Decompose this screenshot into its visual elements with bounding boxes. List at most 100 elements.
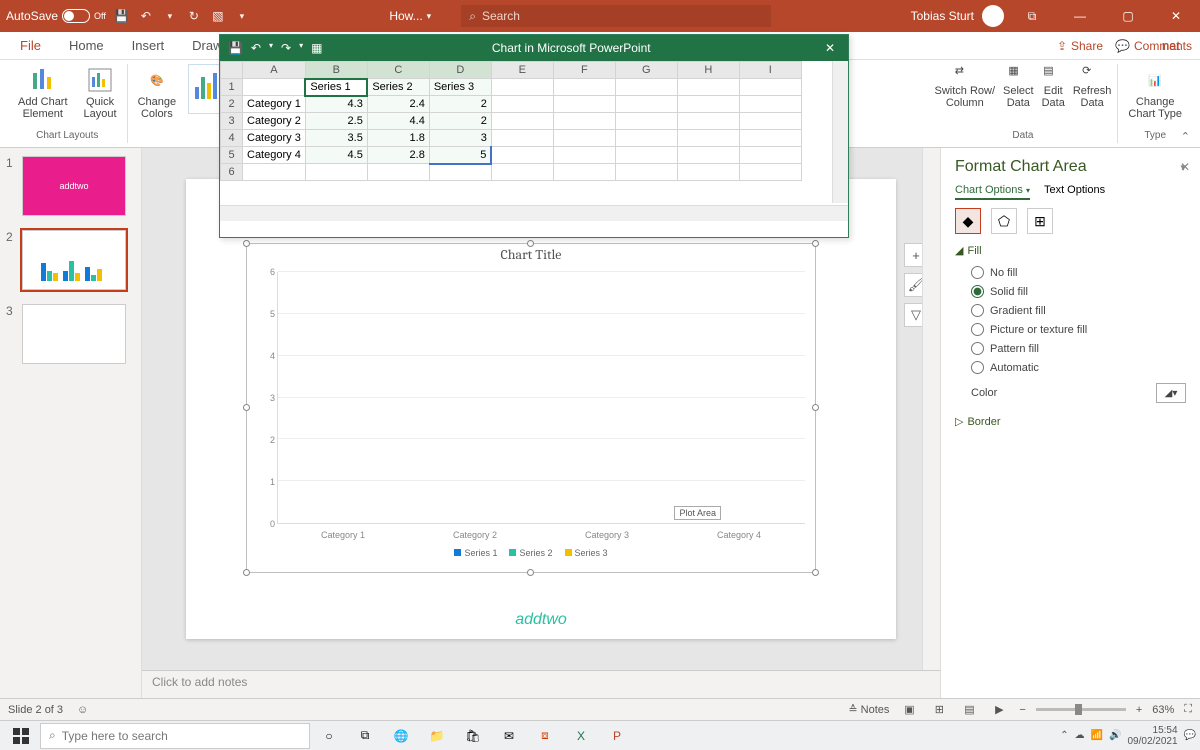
mail-icon[interactable]: ✉	[492, 722, 526, 750]
pattern-fill-radio[interactable]: Pattern fill	[955, 339, 1186, 358]
collapse-ribbon-icon[interactable]: ⌃	[1181, 130, 1190, 143]
store-icon[interactable]: 🛍	[456, 722, 490, 750]
quick-layout-button[interactable]: Quick Layout	[80, 64, 121, 122]
excel-scrollbar-vertical[interactable]	[832, 61, 848, 203]
volume-icon[interactable]: 🔊	[1109, 730, 1121, 741]
fill-color-picker[interactable]: ◢▾	[1156, 383, 1186, 403]
qat-more-icon[interactable]: ▾	[234, 8, 250, 24]
chart-object[interactable]: Chart Title 0 1 2 3 4 5 6	[246, 243, 816, 573]
autosave-toggle[interactable]: AutoSave Off	[6, 9, 106, 23]
chart-title[interactable]: Chart Title	[247, 246, 815, 263]
undo-icon[interactable]: ↶	[138, 8, 154, 24]
excel-scrollbar-horizontal[interactable]	[220, 205, 848, 221]
notes-toggle[interactable]: ≙ Notes	[848, 703, 889, 716]
slide[interactable]: Chart Title 0 1 2 3 4 5 6	[186, 179, 896, 639]
slide-counter[interactable]: Slide 2 of 3	[8, 704, 63, 716]
refresh-data-button[interactable]: ⟳Refresh Data	[1073, 64, 1112, 109]
taskbar-search[interactable]: ⌕Type here to search	[40, 723, 310, 749]
minimize-icon[interactable]: —	[1060, 0, 1100, 32]
canvas-scrollbar[interactable]	[922, 148, 940, 670]
fill-line-tab-icon[interactable]: ◆	[955, 208, 981, 234]
format-pane-close-icon[interactable]: ✕	[1180, 160, 1190, 174]
tab-insert[interactable]: Insert	[120, 32, 177, 60]
size-properties-tab-icon[interactable]: ⊞	[1027, 208, 1053, 234]
user-avatar-icon[interactable]: ☻	[982, 5, 1004, 27]
maximize-icon[interactable]: ▢	[1108, 0, 1148, 32]
status-bar: Slide 2 of 3 ☺ ≙ Notes ▣ ⊞ ▤ ▶ − + 63% ⛶	[0, 698, 1200, 720]
excel-taskbar-icon[interactable]: X	[564, 722, 598, 750]
slide-thumbnail-2[interactable]	[22, 230, 126, 290]
powerpoint-taskbar-icon[interactable]: P	[600, 722, 634, 750]
chart-options-tab[interactable]: Chart Options ▾	[955, 184, 1030, 200]
notifications-icon[interactable]: 💬	[1184, 730, 1196, 741]
excel-close-icon[interactable]: ✕	[820, 41, 840, 55]
clock[interactable]: 15:5409/02/2021	[1127, 725, 1177, 747]
palette-icon: 🎨	[143, 66, 171, 94]
slide-thumbnail-panel: 1addtwo 2 3	[0, 148, 142, 698]
redo-icon[interactable]: ↻	[186, 8, 202, 24]
tab-file[interactable]: File	[8, 32, 53, 60]
picture-fill-radio[interactable]: Picture or texture fill	[955, 320, 1186, 339]
file-explorer-icon[interactable]: 📁	[420, 722, 454, 750]
slideshow-view-icon[interactable]: ▶	[989, 702, 1009, 718]
fit-to-window-icon[interactable]: ⛶	[1184, 703, 1192, 716]
switch-row-column-button[interactable]: ⇄Switch Row/ Column	[935, 64, 996, 109]
cortana-icon[interactable]: ○	[312, 722, 346, 750]
tray-chevron-icon[interactable]: ⌃	[1060, 730, 1068, 741]
slide-thumbnail-1[interactable]: addtwo	[22, 156, 126, 216]
ribbon-display-icon[interactable]: ⧉	[1012, 0, 1052, 32]
format-pane-title: Format Chart Area	[955, 158, 1087, 176]
excel-chart-icon[interactable]: ▦	[311, 41, 322, 55]
chart-legend[interactable]: Series 1 Series 2 Series 3	[247, 548, 815, 558]
onedrive-icon[interactable]: ☁	[1075, 730, 1085, 741]
user-name[interactable]: Tobias Sturt	[911, 9, 974, 23]
office-icon[interactable]: ⧈	[528, 722, 562, 750]
text-options-tab[interactable]: Text Options	[1044, 184, 1105, 200]
change-chart-type-button[interactable]: 📊Change Chart Type	[1124, 64, 1186, 122]
slide-logo: addtwo	[186, 611, 896, 629]
save-icon[interactable]: 💾	[114, 8, 130, 24]
gradient-fill-radio[interactable]: Gradient fill	[955, 301, 1186, 320]
share-icon: ⇪	[1057, 39, 1067, 53]
zoom-level[interactable]: 63%	[1152, 704, 1174, 716]
zoom-out-icon[interactable]: −	[1019, 704, 1025, 716]
wifi-icon[interactable]: 📶	[1091, 730, 1103, 741]
how-dropdown[interactable]: How... ▾	[389, 9, 431, 23]
zoom-in-icon[interactable]: +	[1136, 704, 1142, 716]
select-data-button[interactable]: ▦Select Data	[1003, 64, 1034, 109]
undo-dropdown-icon[interactable]: ▾	[162, 8, 178, 24]
fill-section-header[interactable]: ◢Fill	[955, 244, 1186, 257]
no-fill-radio[interactable]: No fill	[955, 263, 1186, 282]
share-button[interactable]: ⇪Share	[1057, 39, 1103, 53]
reading-view-icon[interactable]: ▤	[959, 702, 979, 718]
chevron-down-icon: ▾	[427, 11, 432, 22]
automatic-fill-radio[interactable]: Automatic	[955, 358, 1186, 377]
chart-type-icon: 📊	[1141, 66, 1169, 94]
task-view-icon[interactable]: ⧉	[348, 722, 382, 750]
change-colors-button[interactable]: 🎨 Change Colors	[134, 64, 181, 122]
add-chart-element-button[interactable]: Add Chart Element	[14, 64, 72, 122]
slide-thumbnail-3[interactable]	[22, 304, 126, 364]
start-button[interactable]	[4, 722, 38, 750]
accessibility-icon[interactable]: ☺	[77, 704, 88, 716]
tab-home[interactable]: Home	[57, 32, 116, 60]
solid-fill-radio[interactable]: Solid fill	[955, 282, 1186, 301]
notes-input[interactable]: Click to add notes	[142, 670, 940, 698]
present-icon[interactable]: ▧	[210, 8, 226, 24]
edge-icon[interactable]: 🌐	[384, 722, 418, 750]
border-section-header[interactable]: ▷Border	[955, 415, 1186, 428]
refresh-icon: ⟳	[1082, 64, 1102, 84]
zoom-slider[interactable]	[1036, 708, 1126, 711]
close-icon[interactable]: ✕	[1156, 0, 1196, 32]
comments-button[interactable]: 💬Comments	[1115, 39, 1192, 53]
excel-save-icon[interactable]: 💾	[228, 41, 243, 55]
excel-redo-icon[interactable]: ↷	[281, 41, 291, 55]
effects-tab-icon[interactable]: ⬠	[991, 208, 1017, 234]
excel-undo-icon[interactable]: ↶	[251, 41, 261, 55]
plot-area[interactable]	[277, 272, 805, 524]
normal-view-icon[interactable]: ▣	[899, 702, 919, 718]
slide-sorter-icon[interactable]: ⊞	[929, 702, 949, 718]
excel-grid[interactable]: ABCDEFGHI 1Series 1Series 2Series 3 2Cat…	[220, 61, 848, 221]
edit-data-button[interactable]: ▤Edit Data	[1042, 64, 1065, 109]
search-input[interactable]: ⌕ Search	[461, 5, 771, 27]
